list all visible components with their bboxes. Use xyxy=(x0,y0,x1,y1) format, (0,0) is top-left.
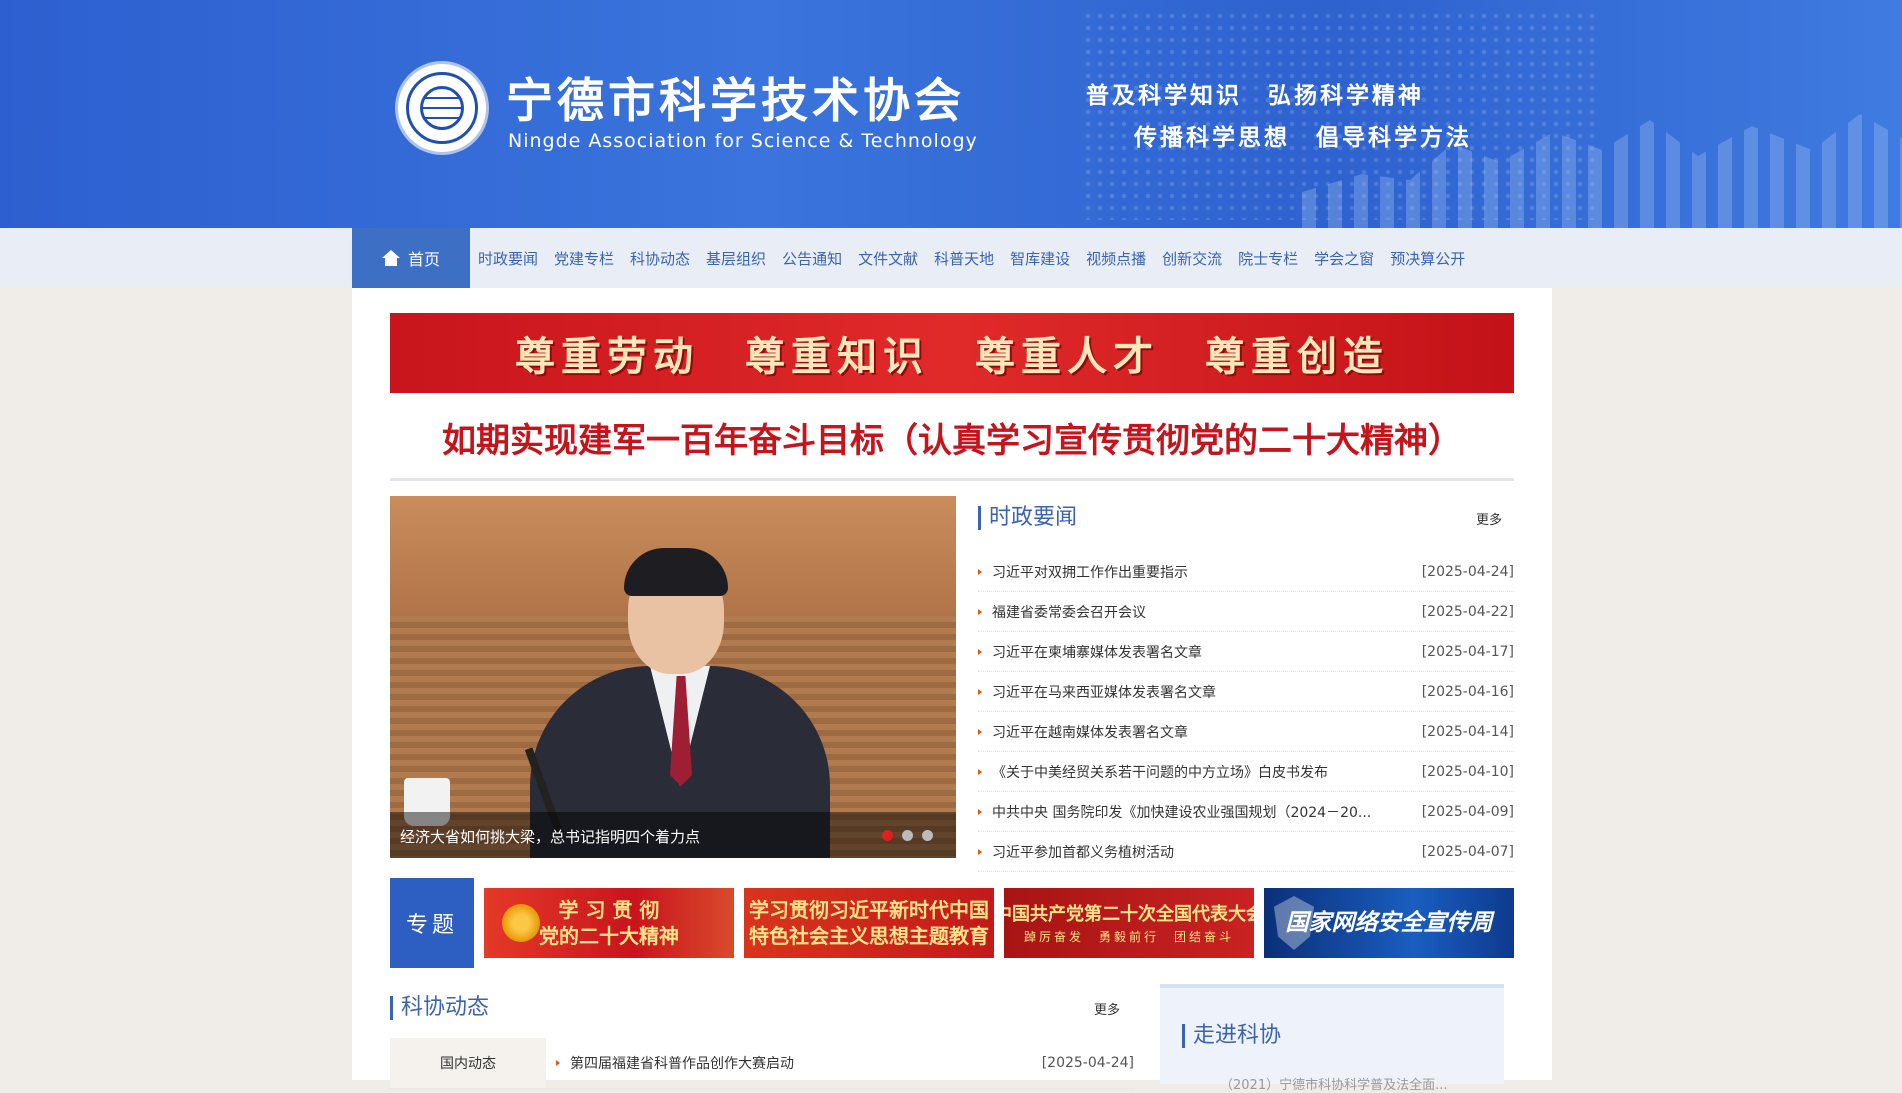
kexie-more-link[interactable]: 更多 xyxy=(1094,999,1120,1018)
site-header: 宁德市科学技术协会 Ningde Association for Science… xyxy=(0,0,1902,228)
list-item[interactable]: 国内动态 第四届福建省科普作品创作大赛启动 [2025-04-24] xyxy=(390,1038,1134,1089)
news-section: 时政要闻 更多 习近平对双拥工作作出重要指示 [2025-04-24] 福建省委常… xyxy=(978,496,1514,872)
news-date: [2025-04-10] xyxy=(1421,763,1514,780)
slider-dot-1[interactable] xyxy=(882,830,893,841)
topic-banner-ershida[interactable]: 学 习 贯 彻 党的二十大精神 xyxy=(484,888,734,958)
news-date: [2025-04-09] xyxy=(1421,803,1514,820)
nav-item-shizheng[interactable]: 时政要闻 xyxy=(470,248,546,269)
slogan-line-2: 传播科学思想 倡导科学方法 xyxy=(1134,125,1472,151)
topic-title-line1: 国家网络安全宣传周 xyxy=(1285,910,1493,936)
news-title[interactable]: 习近平对双拥工作作出重要指示 xyxy=(978,562,1188,582)
news-section-title[interactable]: 时政要闻 xyxy=(978,506,1077,530)
logo-emblem-icon[interactable] xyxy=(398,64,486,152)
zoujin-preview[interactable]: （2021）宁德市科协科学普及法全面... xyxy=(1220,1074,1447,1093)
slogan-banner[interactable]: 尊重劳动 尊重知识 尊重人才 尊重创造 xyxy=(390,313,1514,393)
main-nav: 首页 时政要闻 党建专栏 科协动态 基层组织 公告通知 文件文献 科普天地 智库… xyxy=(0,228,1902,288)
list-item[interactable]: 习近平对双拥工作作出重要指示 [2025-04-24] xyxy=(978,552,1514,592)
news-title[interactable]: 中共中央 国务院印发《加快建设农业强国规划（2024－20... xyxy=(978,802,1371,822)
list-item[interactable]: 习近平在马来西亚媒体发表署名文章 [2025-04-16] xyxy=(978,672,1514,712)
topic-title-line1: 学习贯彻习近平新时代中国 xyxy=(749,898,989,922)
news-title[interactable]: 习近平在马来西亚媒体发表署名文章 xyxy=(978,682,1216,702)
nav-item-yuanshi[interactable]: 院士专栏 xyxy=(1230,248,1306,269)
nav-home[interactable]: 首页 xyxy=(352,228,470,288)
nav-item-xuehui[interactable]: 学会之窗 xyxy=(1306,248,1382,269)
zoujin-section: 走进科协 （2021）宁德市科协科学普及法全面... xyxy=(1160,984,1504,1093)
nav-item-shipin[interactable]: 视频点播 xyxy=(1078,248,1154,269)
list-item[interactable]: 习近平在越南媒体发表署名文章 [2025-04-14] xyxy=(978,712,1514,752)
news-date: [2025-04-24] xyxy=(1421,563,1514,580)
list-item[interactable]: 习近平在柬埔寨媒体发表署名文章 [2025-04-17] xyxy=(978,632,1514,672)
party-emblem-icon xyxy=(502,904,540,942)
news-date: [2025-04-14] xyxy=(1421,723,1514,740)
nav-item-gonggao[interactable]: 公告通知 xyxy=(774,248,850,269)
photo-slider[interactable]: 经济大省如何挑大梁，总书记指明四个着力点 xyxy=(390,496,956,858)
news-title[interactable]: 《关于中美经贸关系若干问题的中方立场》白皮书发布 xyxy=(978,762,1328,782)
nav-item-dangjian[interactable]: 党建专栏 xyxy=(546,248,622,269)
news-date: [2025-04-07] xyxy=(1421,843,1514,860)
news-title[interactable]: 福建省委常委会召开会议 xyxy=(978,602,1146,622)
slider-dot-3[interactable] xyxy=(922,830,933,841)
nav-item-yujuesuan[interactable]: 预决算公开 xyxy=(1382,248,1473,269)
topic-title-line2: 党的二十大精神 xyxy=(539,924,679,948)
news-date: [2025-04-17] xyxy=(1421,643,1514,660)
main-content: 尊重劳动 尊重知识 尊重人才 尊重创造 如期实现建军一百年奋斗目标（认真学习宣传… xyxy=(352,288,1552,1093)
slogan-line-1: 普及科学知识 弘扬科学精神 xyxy=(1086,83,1424,109)
kexie-item-title[interactable]: 第四届福建省科普作品创作大赛启动 xyxy=(556,1053,1042,1073)
banner-text: 尊重劳动 尊重知识 尊重人才 尊重创造 xyxy=(515,334,1389,380)
nav-item-wenjian[interactable]: 文件文献 xyxy=(850,248,926,269)
nav-item-zhiku[interactable]: 智库建设 xyxy=(1002,248,1078,269)
kexie-item-date: [2025-04-24] xyxy=(1041,1055,1134,1071)
slider-caption[interactable]: 经济大省如何挑大梁，总书记指明四个着力点 xyxy=(400,826,700,847)
home-icon xyxy=(381,250,400,266)
topics-label: 专题 xyxy=(390,878,474,968)
slider-dot-2[interactable] xyxy=(902,830,913,841)
topic-title-line2: 特色社会主义思想主题教育 xyxy=(749,924,989,948)
kexie-section-title[interactable]: 科协动态 xyxy=(390,996,489,1020)
news-title[interactable]: 习近平在越南媒体发表署名文章 xyxy=(978,722,1188,742)
list-item[interactable]: 中共中央 国务院印发《加快建设农业强国规划（2024－20... [2025-04… xyxy=(978,792,1514,832)
zoujin-section-title[interactable]: 走进科协 xyxy=(1182,1024,1281,1048)
globe-icon xyxy=(420,86,464,130)
nav-item-kexie[interactable]: 科协动态 xyxy=(622,248,698,269)
nav-item-jiceng[interactable]: 基层组织 xyxy=(698,248,774,269)
list-item[interactable]: 福建省委常委会召开会议 [2025-04-22] xyxy=(978,592,1514,632)
nav-item-kepu[interactable]: 科普天地 xyxy=(926,248,1002,269)
tab-domestic[interactable]: 国内动态 xyxy=(390,1038,546,1088)
topic-banner-wangluo-anquan[interactable]: 国家网络安全宣传周 xyxy=(1264,888,1514,958)
list-item[interactable]: 《关于中美经贸关系若干问题的中方立场》白皮书发布 [2025-04-10] xyxy=(978,752,1514,792)
news-title[interactable]: 习近平在柬埔寨媒体发表署名文章 xyxy=(978,642,1202,662)
topic-banner-dahui[interactable]: 中国共产党第二十次全国代表大会 踔厉奋发 勇毅前行 团结奋斗 xyxy=(1004,888,1254,958)
topic-subtitle: 踔厉奋发 勇毅前行 团结奋斗 xyxy=(1023,929,1234,944)
kexie-section: 科协动态 更多 国内动态 第四届福建省科普作品创作大赛启动 [2025-04-2… xyxy=(390,988,1134,1089)
news-title[interactable]: 习近平参加首都义务植树活动 xyxy=(978,842,1174,862)
topic-banner-zhutijiaoyu[interactable]: 学习贯彻习近平新时代中国 特色社会主义思想主题教育 xyxy=(744,888,994,958)
nav-item-chuangxin[interactable]: 创新交流 xyxy=(1154,248,1230,269)
news-more-link[interactable]: 更多 xyxy=(1476,509,1502,528)
news-date: [2025-04-16] xyxy=(1421,683,1514,700)
site-title[interactable]: 宁德市科学技术协会 xyxy=(506,62,965,131)
news-date: [2025-04-22] xyxy=(1421,603,1514,620)
topic-title-line1: 中国共产党第二十次全国代表大会 xyxy=(1004,903,1254,925)
nav-home-label: 首页 xyxy=(407,250,440,269)
topic-title-line1: 学 习 贯 彻 xyxy=(558,898,660,922)
shield-icon xyxy=(1274,896,1314,950)
divider xyxy=(390,478,1514,481)
site-subtitle: Ningde Association for Science & Technol… xyxy=(508,130,978,152)
list-item[interactable]: 习近平参加首都义务植树活动 [2025-04-07] xyxy=(978,832,1514,872)
news-list: 习近平对双拥工作作出重要指示 [2025-04-24] 福建省委常委会召开会议 [2… xyxy=(978,552,1514,872)
headline-link[interactable]: 如期实现建军一百年奋斗目标（认真学习宣传贯彻党的二十大精神） xyxy=(390,413,1514,462)
